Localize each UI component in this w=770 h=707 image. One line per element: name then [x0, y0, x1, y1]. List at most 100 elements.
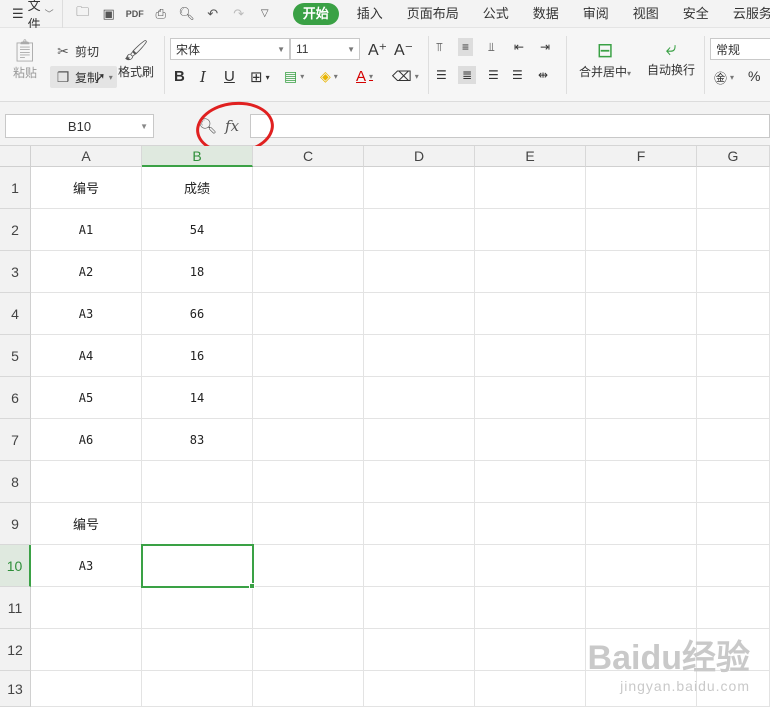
- open-folder-icon[interactable]: 🗀: [71, 3, 95, 25]
- bold-icon[interactable]: B: [174, 68, 185, 85]
- currency-icon[interactable]: ㊎ ▾: [714, 68, 734, 87]
- cell-g10[interactable]: [697, 545, 770, 587]
- cell-g8[interactable]: [697, 461, 770, 503]
- cell-b2[interactable]: 54: [142, 209, 253, 251]
- tab-insert[interactable]: 插入: [345, 0, 395, 28]
- align-left-icon[interactable]: ☰: [436, 68, 447, 82]
- tab-view[interactable]: 视图: [621, 0, 671, 28]
- border-icon[interactable]: ⊞ ▾: [250, 68, 270, 86]
- cell-c3[interactable]: [253, 251, 364, 293]
- italic-icon[interactable]: I: [200, 68, 206, 86]
- cell-f4[interactable]: [586, 293, 697, 335]
- cell-f7[interactable]: [586, 419, 697, 461]
- cell-f9[interactable]: [586, 503, 697, 545]
- row-header-4[interactable]: 4: [0, 293, 31, 335]
- cell-e7[interactable]: [475, 419, 586, 461]
- column-header-a[interactable]: A: [31, 146, 142, 167]
- cell-g1[interactable]: [697, 167, 770, 209]
- save-icon[interactable]: ▣: [97, 3, 121, 25]
- align-center-icon[interactable]: ≣: [458, 66, 477, 84]
- cell-f6[interactable]: [586, 377, 697, 419]
- merge-center-button[interactable]: ⊟ 合并居中▾: [574, 38, 636, 80]
- row-header-7[interactable]: 7: [0, 419, 31, 461]
- cell-a3[interactable]: A2: [31, 251, 142, 293]
- cell-a5[interactable]: A4: [31, 335, 142, 377]
- percent-icon[interactable]: %: [748, 68, 760, 84]
- fill-handle[interactable]: [249, 583, 255, 589]
- cell-d7[interactable]: [364, 419, 475, 461]
- align-right-icon[interactable]: ☰: [488, 68, 499, 82]
- cell-c1[interactable]: [253, 167, 364, 209]
- cell-c5[interactable]: [253, 335, 364, 377]
- cell-b5[interactable]: 16: [142, 335, 253, 377]
- export-pdf-icon[interactable]: PDF: [123, 3, 147, 25]
- column-header-c[interactable]: C: [253, 146, 364, 167]
- cell-c12[interactable]: [253, 629, 364, 671]
- row-header-6[interactable]: 6: [0, 377, 31, 419]
- cell-e2[interactable]: [475, 209, 586, 251]
- customize-dropdown-icon[interactable]: ▽: [253, 3, 277, 25]
- cell-a7[interactable]: A6: [31, 419, 142, 461]
- cell-f1[interactable]: [586, 167, 697, 209]
- row-header-2[interactable]: 2: [0, 209, 31, 251]
- cell-e1[interactable]: [475, 167, 586, 209]
- eraser-icon[interactable]: ⌫ ▾: [392, 68, 419, 85]
- cut-button[interactable]: ✂ 剪切: [54, 42, 99, 60]
- cell-f8[interactable]: [586, 461, 697, 503]
- cell-e5[interactable]: [475, 335, 586, 377]
- fill-color-icon[interactable]: ◈ ▾: [320, 68, 338, 85]
- cell-b13[interactable]: [142, 671, 253, 707]
- cell-a4[interactable]: A3: [31, 293, 142, 335]
- formula-input[interactable]: [250, 114, 770, 138]
- cell-f2[interactable]: [586, 209, 697, 251]
- redo-icon[interactable]: ↷: [227, 3, 251, 25]
- cell-a1[interactable]: 编号: [31, 167, 142, 209]
- column-header-g[interactable]: G: [697, 146, 770, 167]
- font-size-dropdown[interactable]: 11 ▼: [290, 38, 360, 60]
- cell-b3[interactable]: 18: [142, 251, 253, 293]
- cell-d8[interactable]: [364, 461, 475, 503]
- print-icon[interactable]: ⎙: [149, 3, 173, 25]
- row-header-1[interactable]: 1: [0, 167, 31, 209]
- select-all-corner[interactable]: [0, 146, 31, 167]
- cell-b9[interactable]: [142, 503, 253, 545]
- cell-d9[interactable]: [364, 503, 475, 545]
- print-preview-icon[interactable]: 🔍︎: [175, 3, 199, 25]
- row-header-11[interactable]: 11: [0, 587, 31, 629]
- paste-button[interactable]: 📋︎ 粘贴: [8, 38, 42, 81]
- cell-a13[interactable]: [31, 671, 142, 707]
- row-header-5[interactable]: 5: [0, 335, 31, 377]
- cell-c7[interactable]: [253, 419, 364, 461]
- cell-d11[interactable]: [364, 587, 475, 629]
- font-color-icon[interactable]: A ▾: [356, 68, 373, 85]
- cell-b8[interactable]: [142, 461, 253, 503]
- cell-e10[interactable]: [475, 545, 586, 587]
- tab-cloud-service[interactable]: 云服务: [721, 0, 770, 28]
- cell-f3[interactable]: [586, 251, 697, 293]
- cell-c10[interactable]: [253, 545, 364, 587]
- cell-f11[interactable]: [586, 587, 697, 629]
- underline-icon[interactable]: U: [224, 68, 235, 85]
- row-header-9[interactable]: 9: [0, 503, 31, 545]
- row-header-13[interactable]: 13: [0, 671, 31, 707]
- distribute-icon[interactable]: ⇹: [538, 68, 548, 82]
- cell-b1[interactable]: 成绩: [142, 167, 253, 209]
- tab-security[interactable]: 安全: [671, 0, 721, 28]
- align-middle-icon[interactable]: ≡: [458, 38, 474, 56]
- cell-e12[interactable]: [475, 629, 586, 671]
- cell-d12[interactable]: [364, 629, 475, 671]
- cell-c8[interactable]: [253, 461, 364, 503]
- cell-e13[interactable]: [475, 671, 586, 707]
- cell-b11[interactable]: [142, 587, 253, 629]
- indent-decrease-icon[interactable]: ⇤: [514, 40, 524, 54]
- decrease-font-icon[interactable]: A⁻: [394, 40, 413, 60]
- cell-f10[interactable]: [586, 545, 697, 587]
- tab-page-layout[interactable]: 页面布局: [395, 0, 471, 28]
- cell-d3[interactable]: [364, 251, 475, 293]
- cell-g3[interactable]: [697, 251, 770, 293]
- align-top-icon[interactable]: ⫪: [436, 40, 443, 55]
- wrap-text-button[interactable]: ⤶ 自动换行: [644, 38, 698, 78]
- cell-b4[interactable]: 66: [142, 293, 253, 335]
- fill-pattern-icon[interactable]: ▤ ▾: [284, 68, 304, 85]
- active-cell-b10[interactable]: [141, 544, 254, 588]
